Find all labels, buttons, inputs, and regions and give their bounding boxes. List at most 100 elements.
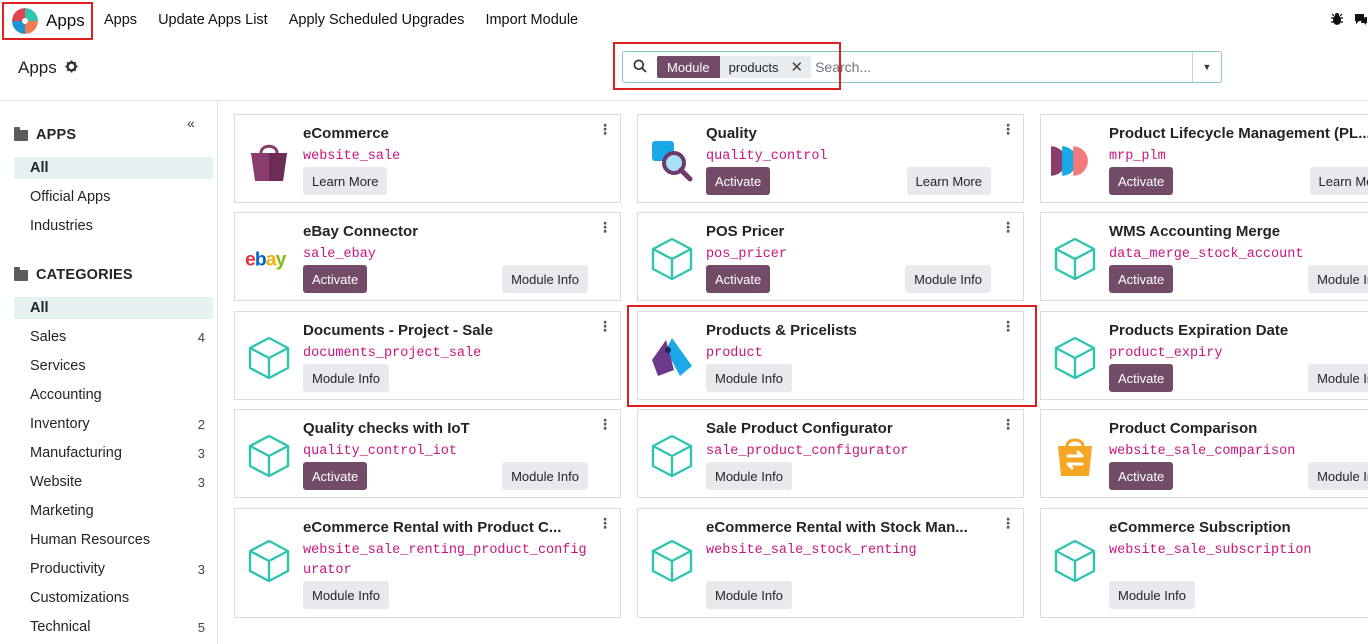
sidebar-category-sales[interactable]: Sales 4: [14, 326, 213, 348]
module-info-button[interactable]: Module Info: [706, 581, 792, 609]
activate-button[interactable]: Activate: [1109, 265, 1174, 293]
app-technical-name: website_sale_comparison: [1109, 442, 1295, 462]
module-info-button[interactable]: Module Info: [706, 462, 792, 490]
sidebar-category-services[interactable]: Services: [14, 355, 213, 377]
app-technical-name: website_sale_stock_renting: [706, 541, 917, 561]
sidebar-item-industries[interactable]: Industries: [14, 215, 213, 237]
facet-field-label: Module: [657, 56, 720, 78]
menu-apps[interactable]: Apps: [104, 12, 137, 28]
card-dropdown-icon[interactable]: ⋮: [1001, 121, 1015, 138]
module-info-button[interactable]: Module Info: [1109, 581, 1195, 609]
module-info-button[interactable]: Module Info: [303, 364, 389, 392]
app-technical-name: sale_ebay: [303, 245, 376, 265]
search-input[interactable]: [815, 59, 1186, 75]
sidebar-item-official-apps[interactable]: Official Apps: [14, 186, 213, 208]
card-dropdown-icon[interactable]: ⋮: [598, 318, 612, 335]
card-dropdown-icon[interactable]: ⋮: [1001, 515, 1015, 532]
app-card[interactable]: Quality checks with IoT quality_control_i…: [234, 409, 621, 498]
activate-button[interactable]: Activate: [1109, 364, 1174, 392]
sidebar-category-all[interactable]: All: [14, 297, 213, 319]
module-cube-icon: [245, 537, 293, 585]
ebay-logo: ebay: [245, 235, 293, 283]
app-card[interactable]: eCommerce Subscription website_sale_subsc…: [1040, 508, 1368, 618]
app-card-title: WMS Accounting Merge: [1109, 223, 1281, 240]
app-card[interactable]: Documents - Project - Sale documents_proj…: [234, 311, 621, 400]
activate-button[interactable]: Activate: [303, 462, 368, 490]
activate-button[interactable]: Activate: [1109, 462, 1174, 490]
shopping-bag-swap-icon: [1051, 432, 1099, 480]
sidebar-item-label: Sales: [30, 329, 67, 345]
sidebar-item-label: Marketing: [30, 503, 94, 519]
app-card[interactable]: Product Comparison website_sale_compariso…: [1040, 409, 1368, 498]
search-icon[interactable]: [623, 59, 657, 76]
search-options-toggle[interactable]: ▼: [1192, 52, 1221, 82]
module-info-button[interactable]: Module Info: [303, 581, 389, 609]
module-info-button[interactable]: Module Info: [1308, 265, 1368, 293]
card-dropdown-icon[interactable]: ⋮: [1001, 219, 1015, 236]
learn-more-button[interactable]: Learn More: [1309, 167, 1368, 195]
module-info-button[interactable]: Module Info: [1308, 462, 1368, 490]
module-info-button[interactable]: Module Info: [502, 265, 588, 293]
bug-icon[interactable]: [1330, 12, 1344, 29]
module-cube-icon: [648, 537, 696, 585]
sidebar-category-website[interactable]: Website 3: [14, 471, 213, 493]
odoo-apps-logo-icon: [12, 8, 38, 34]
app-card-title: Product Comparison: [1109, 420, 1258, 437]
app-card[interactable]: Quality quality_control ⋮ Activate Learn Mor…: [637, 114, 1024, 203]
app-card[interactable]: Product Lifecycle Management (PL... mrp_p…: [1040, 114, 1368, 203]
card-dropdown-icon[interactable]: ⋮: [598, 121, 612, 138]
chat-icon[interactable]: [1354, 12, 1368, 29]
module-info-button[interactable]: Module Info: [706, 364, 792, 392]
category-count: 3: [197, 445, 205, 461]
sidebar-category-technical[interactable]: Technical 5: [14, 616, 213, 638]
learn-more-button[interactable]: Learn More: [303, 167, 388, 195]
menu-update-apps-list[interactable]: Update Apps List: [158, 12, 268, 28]
app-card[interactable]: POS Pricer pos_pricer ⋮ Activate Module Info: [637, 212, 1024, 301]
module-info-button[interactable]: Module Info: [905, 265, 991, 293]
gear-icon[interactable]: [65, 60, 78, 76]
control-panel: Apps Module products ✕ ▼: [0, 40, 1368, 101]
app-card[interactable]: eCommerce website_sale ⋮ Learn More: [234, 114, 621, 203]
learn-more-button[interactable]: Learn More: [906, 167, 991, 195]
card-dropdown-icon[interactable]: ⋮: [598, 515, 612, 532]
facet-value-label: products: [728, 59, 779, 75]
sidebar-category-manufacturing[interactable]: Manufacturing 3: [14, 442, 213, 464]
activate-button[interactable]: Activate: [303, 265, 368, 293]
app-card[interactable]: Products Expiration Dateproduct_expiry⋮A…: [1040, 311, 1368, 400]
menu-apply-scheduled-upgrades[interactable]: Apply Scheduled Upgrades: [289, 12, 465, 28]
sidebar-item-apps-all[interactable]: All: [14, 157, 213, 179]
sidebar-category-productivity[interactable]: Productivity 3: [14, 558, 213, 580]
app-technical-name-line: mrp_plm: [1109, 149, 1166, 164]
app-card[interactable]: WMS Accounting Merge data_merge_stock_acc…: [1040, 212, 1368, 301]
module-cube-icon: [245, 432, 293, 480]
activate-button[interactable]: Activate: [706, 265, 771, 293]
sidebar-category-inventory[interactable]: Inventory 2: [14, 413, 213, 435]
module-info-button[interactable]: Module Info: [502, 462, 588, 490]
card-dropdown-icon[interactable]: ⋮: [598, 416, 612, 433]
app-card[interactable]: eCommerce Rental with Product C... websit…: [234, 508, 621, 618]
module-info-button[interactable]: Module Info: [1308, 364, 1368, 392]
app-card[interactable]: ebay eBay Connector sale_ebay ⋮ Activate Modu…: [234, 212, 621, 301]
sidebar-category-marketing[interactable]: Marketing: [14, 500, 213, 522]
app-technical-name-line: website_sale_subscription: [1109, 543, 1312, 558]
activate-button[interactable]: Activate: [706, 167, 771, 195]
quality-icon: [648, 137, 696, 185]
card-dropdown-icon[interactable]: ⋮: [1001, 318, 1015, 335]
card-dropdown-icon[interactable]: ⋮: [598, 219, 612, 236]
card-dropdown-icon[interactable]: ⋮: [1001, 416, 1015, 433]
sidebar-category-customizations[interactable]: Customizations: [14, 587, 213, 609]
facet-remove-icon[interactable]: ✕: [791, 58, 804, 76]
sidebar-category-human-resources[interactable]: Human Resources: [14, 529, 213, 551]
app-card[interactable]: Sale Product Configurator sale_product_co…: [637, 409, 1024, 498]
sidebar-category-accounting[interactable]: Accounting: [14, 384, 213, 406]
app-card[interactable]: Products & Pricelists product ⋮ Module Info: [637, 311, 1024, 400]
svg-text:ebay: ebay: [245, 248, 287, 270]
collapse-sidebar-icon[interactable]: «: [187, 115, 195, 131]
app-card-title: eBay Connector: [303, 223, 419, 240]
menu-import-module[interactable]: Import Module: [485, 12, 578, 28]
categories-section-header: CATEGORIES: [14, 266, 133, 283]
apps-menu-brand[interactable]: Apps: [2, 2, 93, 40]
app-technical-name-line: website_sale: [303, 149, 401, 164]
activate-button[interactable]: Activate: [1109, 167, 1174, 195]
app-card[interactable]: eCommerce Rental with Stock Man... websit…: [637, 508, 1024, 618]
